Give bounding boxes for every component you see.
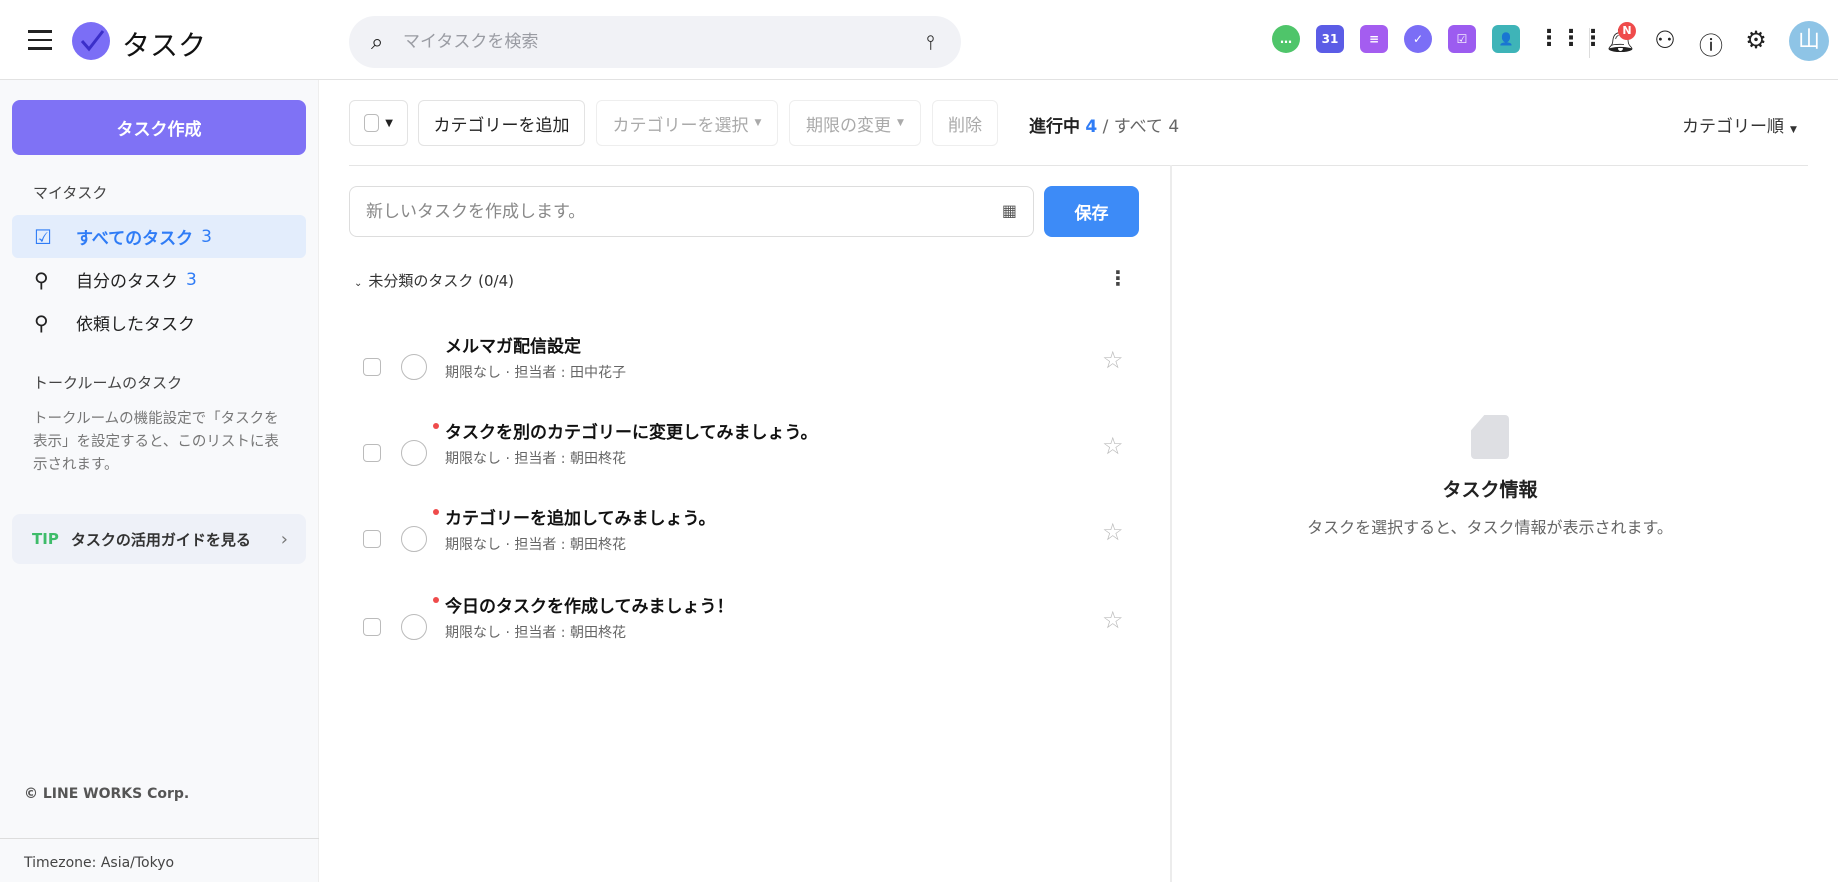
search-input[interactable] xyxy=(403,16,883,68)
detail-subtitle: タスクを選択すると、タスク情報が表示されます。 xyxy=(1307,518,1673,537)
group-header[interactable]: ⌄ 未分類のタスク (0/4) xyxy=(354,270,514,291)
star-icon[interactable]: ☆ xyxy=(1102,518,1124,546)
sidebar-item-all-tasks[interactable]: ☑ すべてのタスク 3 xyxy=(12,215,306,258)
divider xyxy=(1589,28,1590,58)
all-label: / すべて xyxy=(1102,117,1163,137)
app-header: タスク ⌕ ⫯ …31≡✓☑👤 ⋮⋮⋮ 🔔︎ N ⚇ ⓘ ⚙ 山 xyxy=(0,0,1838,80)
copyright: © LINE WORKS Corp. xyxy=(24,786,190,802)
task-logo-icon xyxy=(72,22,110,60)
complete-toggle[interactable] xyxy=(401,526,427,552)
calendar-icon[interactable]: ▦ xyxy=(1002,201,1017,220)
detail-title: タスク情報 xyxy=(1442,479,1538,501)
complete-toggle[interactable] xyxy=(401,354,427,380)
label: 依頼したタスク xyxy=(76,315,195,335)
organization-icon[interactable]: ⚇ xyxy=(1650,26,1680,54)
user-out-icon: ⚲ xyxy=(34,310,49,335)
select-all-checkbox[interactable]: ▼ xyxy=(349,100,408,146)
app-title: タスク xyxy=(122,29,207,62)
in-progress-label: 進行中 xyxy=(1029,117,1080,137)
menu-icon[interactable] xyxy=(28,30,52,50)
sort-dropdown[interactable]: カテゴリー順 ▼ xyxy=(1682,112,1797,137)
search-icon: ⌕ xyxy=(371,30,384,55)
label: すべてのタスク xyxy=(76,229,194,249)
task-checkbox[interactable] xyxy=(363,444,381,462)
contacts-icon[interactable]: 👤 xyxy=(1492,25,1520,53)
task-row[interactable]: カテゴリーを追加してみましょう。期限なし · 担当者 : 朝田柊花 ☆ xyxy=(349,504,1139,584)
tip-label: TIP xyxy=(32,530,59,548)
approval-icon[interactable]: ☑ xyxy=(1448,25,1476,53)
new-indicator xyxy=(433,597,439,603)
avatar[interactable]: 山 xyxy=(1789,21,1829,61)
task-checkbox[interactable] xyxy=(363,358,381,376)
label: 自分のタスク xyxy=(76,272,178,292)
new-indicator xyxy=(433,423,439,429)
change-due-button[interactable]: 期限の変更 ▼ xyxy=(789,100,921,146)
apps-grid-icon[interactable]: ⋮⋮⋮ xyxy=(1538,26,1604,51)
complete-toggle[interactable] xyxy=(401,614,427,640)
task-title: カテゴリーを追加してみましょう。 xyxy=(445,509,716,529)
chevron-down-icon: ⌄ xyxy=(354,278,363,289)
task-row[interactable]: タスクを別のカテゴリーに変更してみましょう。期限なし · 担当者 : 朝田柊花 ☆ xyxy=(349,418,1139,498)
all-count: 4 xyxy=(1168,117,1180,137)
user-in-icon: ⚲ xyxy=(34,267,49,292)
chevron-right-icon: › xyxy=(280,528,288,550)
new-task-field: ▦ xyxy=(349,186,1034,237)
count: 3 xyxy=(201,226,212,247)
talkroom-description: トークルームの機能設定で「タスクを表示」を設定すると、このリストに表示されます。 xyxy=(33,411,279,473)
section-talkroom-tasks: トークルームのタスク xyxy=(33,374,183,392)
task-checkbox[interactable] xyxy=(363,530,381,548)
group-label: 未分類のタスク (0/4) xyxy=(368,272,515,290)
tip-guide-link[interactable]: TIP タスクの活用ガイドを見る › xyxy=(12,514,306,564)
document-icon xyxy=(1471,415,1509,459)
new-task-input[interactable] xyxy=(350,187,950,236)
complete-toggle[interactable] xyxy=(401,440,427,466)
count: 3 xyxy=(186,269,197,290)
settings-icon[interactable]: ⚙ xyxy=(1741,26,1771,54)
search-bar: ⌕ ⫯ xyxy=(349,16,961,68)
task-detail-empty: タスク情報 タスクを選択すると、タスク情報が表示されます。 xyxy=(1172,415,1808,538)
more-icon[interactable]: ⋮ xyxy=(1108,266,1128,290)
label: カテゴリー順 xyxy=(1682,117,1784,137)
label: 期限の変更 xyxy=(806,115,892,136)
task-title: メルマガ配信設定 xyxy=(445,337,581,357)
task-row[interactable]: 今日のタスクを作成してみましょう！ 期限なし · 担当者 : 朝田柊花 ☆ xyxy=(349,592,1139,672)
new-indicator xyxy=(433,509,439,515)
check-circle-icon: ☑ xyxy=(34,224,52,249)
filter-icon[interactable]: ⫯ xyxy=(926,30,935,54)
note-icon[interactable]: ≡ xyxy=(1360,25,1388,53)
app-launcher: … 31 ≡ ✓ ☑ 👤 xyxy=(1272,25,1520,53)
sidebar-item-my-tasks[interactable]: ⚲ 自分のタスク 3 xyxy=(12,258,306,301)
delete-button[interactable]: 削除 xyxy=(932,100,998,146)
label: カテゴリーを選択 xyxy=(612,115,749,136)
task-meta: 期限なし · 担当者 : 朝田柊花 xyxy=(445,451,626,467)
task-checkbox[interactable] xyxy=(363,618,381,636)
star-icon[interactable]: ☆ xyxy=(1102,432,1124,460)
task-counts: 進行中 4 / すべて 4 xyxy=(1029,112,1179,137)
add-category-button[interactable]: カテゴリーを追加 xyxy=(418,100,585,146)
create-task-button[interactable]: タスク作成 xyxy=(12,100,306,155)
sidebar: タスク作成 マイタスク ☑ すべてのタスク 3 ⚲ 自分のタスク 3 ⚲ 依頼し… xyxy=(0,80,319,882)
chat-icon[interactable]: … xyxy=(1272,25,1300,53)
help-icon[interactable]: ⓘ xyxy=(1696,26,1726,61)
notification-badge: N xyxy=(1618,22,1636,40)
calendar-icon[interactable]: 31 xyxy=(1316,25,1344,53)
star-icon[interactable]: ☆ xyxy=(1102,606,1124,634)
in-progress-count: 4 xyxy=(1085,117,1098,137)
divider xyxy=(349,165,1808,166)
task-title: タスクを別のカテゴリーに変更してみましょう。 xyxy=(445,423,818,443)
tip-text: タスクの活用ガイドを見る xyxy=(70,530,251,549)
task-meta: 期限なし · 担当者 : 朝田柊花 xyxy=(445,537,626,553)
save-button[interactable]: 保存 xyxy=(1044,186,1139,237)
task-icon[interactable]: ✓ xyxy=(1404,25,1432,53)
task-meta: 期限なし · 担当者 : 田中花子 xyxy=(445,365,626,381)
select-category-button[interactable]: カテゴリーを選択 ▼ xyxy=(596,100,778,146)
task-meta: 期限なし · 担当者 : 朝田柊花 xyxy=(445,625,626,641)
timezone: Timezone: Asia/Tokyo xyxy=(0,838,319,882)
sidebar-item-requested-tasks[interactable]: ⚲ 依頼したタスク xyxy=(12,301,306,344)
task-row[interactable]: メルマガ配信設定期限なし · 担当者 : 田中花子 ☆ xyxy=(349,332,1139,412)
task-title: 今日のタスクを作成してみましょう！ xyxy=(445,597,734,617)
star-icon[interactable]: ☆ xyxy=(1102,346,1124,374)
section-my-tasks: マイタスク xyxy=(33,184,108,202)
